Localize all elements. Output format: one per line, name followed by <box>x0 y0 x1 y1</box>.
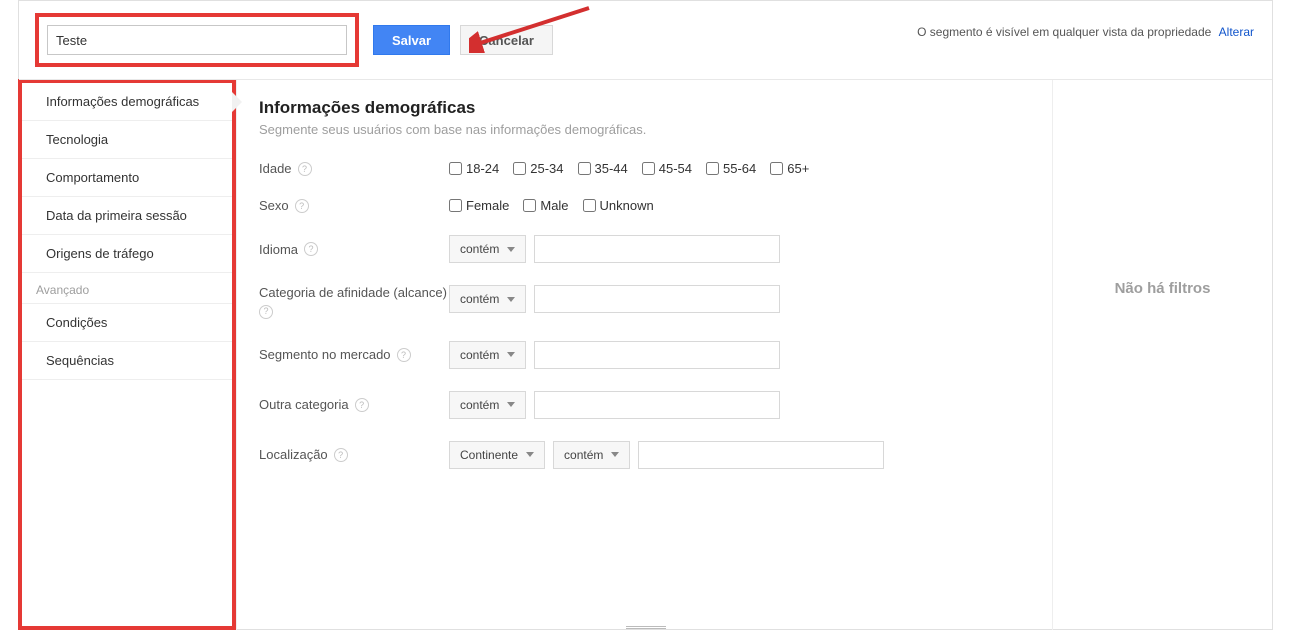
age-55-64[interactable]: 55-64 <box>706 161 756 176</box>
age-options: 18-24 25-34 35-44 45-54 55-64 65+ <box>449 161 809 176</box>
age-35-44[interactable]: 35-44 <box>578 161 628 176</box>
other-category-operator-select[interactable]: contém <box>449 391 526 419</box>
sidebar-item-conditions[interactable]: Condições <box>22 304 232 342</box>
language-input[interactable] <box>534 235 780 263</box>
affinity-input[interactable] <box>534 285 780 313</box>
age-25-34[interactable]: 25-34 <box>513 161 563 176</box>
summary-panel: Não há filtros <box>1052 80 1272 630</box>
language-operator-select[interactable]: contém <box>449 235 526 263</box>
visibility-text: O segmento é visível em qualquer vista d… <box>917 25 1254 39</box>
sidebar-item-first-session-date[interactable]: Data da primeira sessão <box>22 197 232 235</box>
help-icon[interactable]: ? <box>397 348 411 362</box>
label-affinity: Categoria de afinidade (alcance) ? <box>259 285 449 319</box>
location-dimension-select[interactable]: Continente <box>449 441 545 469</box>
label-in-market: Segmento no mercado? <box>259 347 449 362</box>
segment-name-input[interactable] <box>47 25 347 55</box>
sidebar-item-demographics[interactable]: Informações demográficas <box>22 83 232 121</box>
help-icon[interactable]: ? <box>334 448 348 462</box>
sidebar-item-technology[interactable]: Tecnologia <box>22 121 232 159</box>
no-filters-text: Não há filtros <box>1115 280 1211 297</box>
cancel-button[interactable]: Cancelar <box>460 25 553 55</box>
panel-title: Informações demográficas <box>259 98 1030 118</box>
help-icon[interactable]: ? <box>298 162 312 176</box>
sex-female[interactable]: Female <box>449 198 509 213</box>
affinity-operator-select[interactable]: contém <box>449 285 526 313</box>
sidebar-item-behavior[interactable]: Comportamento <box>22 159 232 197</box>
sex-options: Female Male Unknown <box>449 198 654 213</box>
sidebar-item-traffic-sources[interactable]: Origens de tráfego <box>22 235 232 273</box>
chevron-down-icon <box>611 452 619 457</box>
location-input[interactable] <box>638 441 884 469</box>
save-button[interactable]: Salvar <box>373 25 450 55</box>
label-age: Idade? <box>259 161 449 176</box>
label-language: Idioma? <box>259 242 449 257</box>
location-operator-select[interactable]: contém <box>553 441 630 469</box>
resize-handle[interactable] <box>626 623 666 629</box>
in-market-input[interactable] <box>534 341 780 369</box>
other-category-input[interactable] <box>534 391 780 419</box>
age-45-54[interactable]: 45-54 <box>642 161 692 176</box>
panel-subtitle: Segmente seus usuários com base nas info… <box>259 122 1030 137</box>
sex-male[interactable]: Male <box>523 198 568 213</box>
change-visibility-link[interactable]: Alterar <box>1219 25 1254 39</box>
sidebar-group-advanced: Avançado <box>22 273 232 304</box>
age-65-plus[interactable]: 65+ <box>770 161 809 176</box>
chevron-down-icon <box>507 247 515 252</box>
chevron-down-icon <box>507 352 515 357</box>
chevron-down-icon <box>507 402 515 407</box>
label-sex: Sexo? <box>259 198 449 213</box>
sidebar-item-sequences[interactable]: Sequências <box>22 342 232 380</box>
help-icon[interactable]: ? <box>295 199 309 213</box>
label-other-category: Outra categoria? <box>259 397 449 412</box>
help-icon[interactable]: ? <box>355 398 369 412</box>
sex-unknown[interactable]: Unknown <box>583 198 654 213</box>
help-icon[interactable]: ? <box>259 305 273 319</box>
sidebar: Informações demográficas Tecnologia Comp… <box>22 83 232 380</box>
age-18-24[interactable]: 18-24 <box>449 161 499 176</box>
in-market-operator-select[interactable]: contém <box>449 341 526 369</box>
label-location: Localização? <box>259 447 449 462</box>
help-icon[interactable]: ? <box>304 242 318 256</box>
chevron-down-icon <box>526 452 534 457</box>
main-panel: Informações demográficas Segmente seus u… <box>236 80 1052 630</box>
chevron-down-icon <box>507 297 515 302</box>
